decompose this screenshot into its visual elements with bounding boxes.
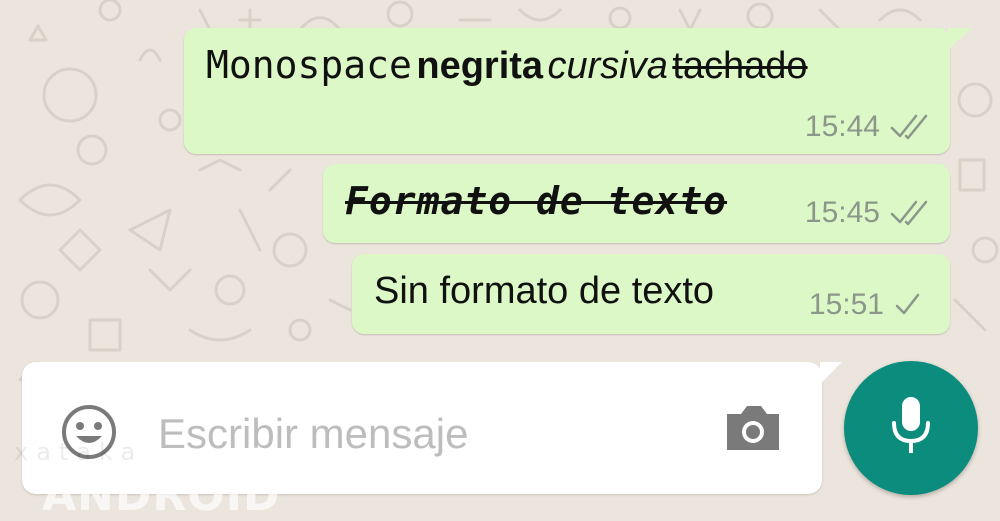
bubble-tail bbox=[948, 28, 972, 50]
bold-text: negrita bbox=[416, 45, 544, 87]
message-bubble[interactable]: Formato de texto 15:45 bbox=[323, 164, 950, 243]
message-time: 15:45 bbox=[804, 196, 880, 229]
check-icon bbox=[894, 293, 920, 317]
message-meta: 15:51 bbox=[809, 288, 920, 322]
watermark-android: ANDROID bbox=[42, 470, 281, 521]
message-time: 15:44 bbox=[804, 110, 880, 143]
microphone-icon bbox=[888, 395, 934, 462]
message-meta: 15:44 bbox=[805, 110, 932, 144]
strikethrough-text: tachado bbox=[672, 45, 808, 87]
message-time: 15:51 bbox=[808, 288, 884, 321]
monospace-text: Monospace bbox=[206, 43, 412, 87]
message-meta: 15:45 bbox=[805, 196, 932, 230]
message-bubble[interactable]: Sin formato de texto 15:51 bbox=[352, 254, 950, 334]
message-input[interactable]: Escribir mensaje bbox=[158, 410, 468, 458]
plain-text: Sin formato de texto bbox=[374, 270, 715, 312]
watermark-xataka: xataka bbox=[14, 438, 144, 466]
message-text: Formato de texto bbox=[345, 182, 727, 220]
double-check-icon bbox=[890, 114, 932, 140]
message-text: Sin formato de texto bbox=[374, 272, 714, 310]
microphone-button[interactable] bbox=[844, 361, 978, 495]
camera-icon[interactable] bbox=[723, 402, 783, 454]
message-bubble[interactable]: Monospace negrita cursiva tachado 15:44 bbox=[184, 28, 972, 154]
message-input-placeholder: Escribir mensaje bbox=[158, 410, 469, 457]
formatted-text: Formato de texto bbox=[345, 179, 728, 223]
composer-tail bbox=[820, 362, 842, 384]
double-check-icon bbox=[890, 200, 932, 226]
italic-text: cursiva bbox=[547, 45, 668, 87]
message-text: Monospace negrita cursiva tachado bbox=[206, 46, 808, 85]
